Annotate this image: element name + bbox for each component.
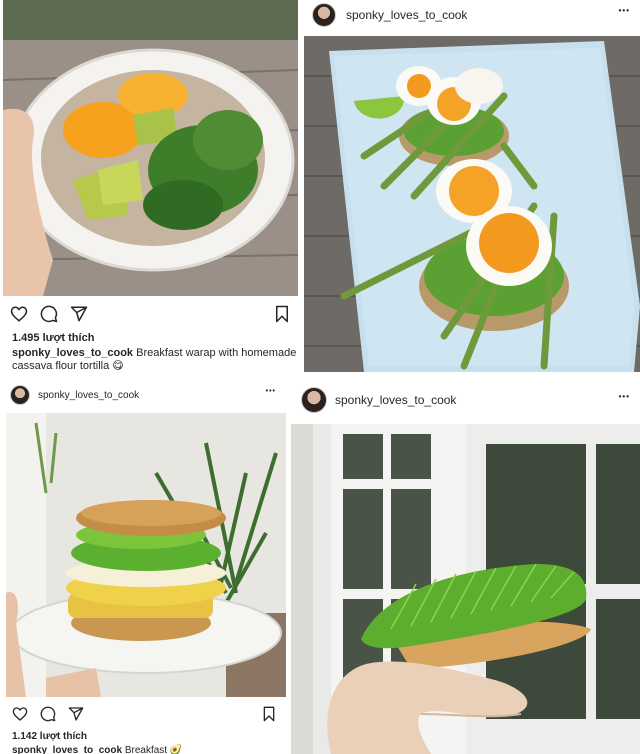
post-4-header: sponky_loves_to_cook <box>301 386 456 414</box>
caption-emoji: 😋 <box>112 360 124 372</box>
post-1-action-bar <box>10 305 290 323</box>
caption-emoji: 🥑 <box>169 745 183 754</box>
avatar[interactable] <box>10 385 30 405</box>
more-icon[interactable]: ••• <box>266 388 276 395</box>
post-4-username[interactable]: sponky_loves_to_cook <box>335 393 456 407</box>
post-1-photo-wrap-plate[interactable] <box>3 0 298 296</box>
caption-text: Breakfast <box>122 745 170 754</box>
post-3-caption: sponky_loves_to_cook Breakfast 🥑 <box>12 744 282 754</box>
post-4: sponky_loves_to_cook ••• <box>291 380 640 754</box>
avatar[interactable] <box>301 387 327 413</box>
more-icon[interactable]: ••• <box>619 392 630 401</box>
bookmark-icon[interactable] <box>274 305 290 323</box>
post-2-photo-eggs-asparagus[interactable] <box>304 36 640 372</box>
post-3-username[interactable]: sponky_loves_to_cook <box>38 390 139 401</box>
post-3: sponky_loves_to_cook ••• 1.142 lượt thíc… <box>0 380 290 754</box>
heart-icon[interactable] <box>12 706 28 722</box>
post-3-action-bar <box>12 706 276 722</box>
post-2-username[interactable]: sponky_loves_to_cook <box>346 8 467 22</box>
share-icon[interactable] <box>70 305 88 323</box>
post-2: sponky_loves_to_cook ••• <box>302 0 640 372</box>
avatar[interactable] <box>312 3 336 27</box>
post-1-likes-count[interactable]: 1.495 lượt thích <box>12 332 94 344</box>
post-1-caption: sponky_loves_to_cook Breakfast warap wit… <box>12 347 297 373</box>
post-4-photo-avocado-toast[interactable] <box>291 424 640 754</box>
post-3-header: sponky_loves_to_cook <box>10 382 139 408</box>
post-2-header: sponky_loves_to_cook <box>312 2 467 28</box>
bookmark-icon[interactable] <box>262 706 276 722</box>
post-3-likes-count[interactable]: 1.142 lượt thích <box>12 731 87 742</box>
caption-username[interactable]: sponky_loves_to_cook <box>12 347 133 359</box>
comment-icon[interactable] <box>40 305 58 323</box>
post-1: 1.495 lượt thích sponky_loves_to_cook Br… <box>0 0 300 380</box>
caption-username[interactable]: sponky_loves_to_cook <box>12 745 122 754</box>
post-3-photo-sandwich[interactable] <box>6 413 286 697</box>
share-icon[interactable] <box>68 706 84 722</box>
heart-icon[interactable] <box>10 305 28 323</box>
comment-icon[interactable] <box>40 706 56 722</box>
more-icon[interactable]: ••• <box>619 6 630 15</box>
